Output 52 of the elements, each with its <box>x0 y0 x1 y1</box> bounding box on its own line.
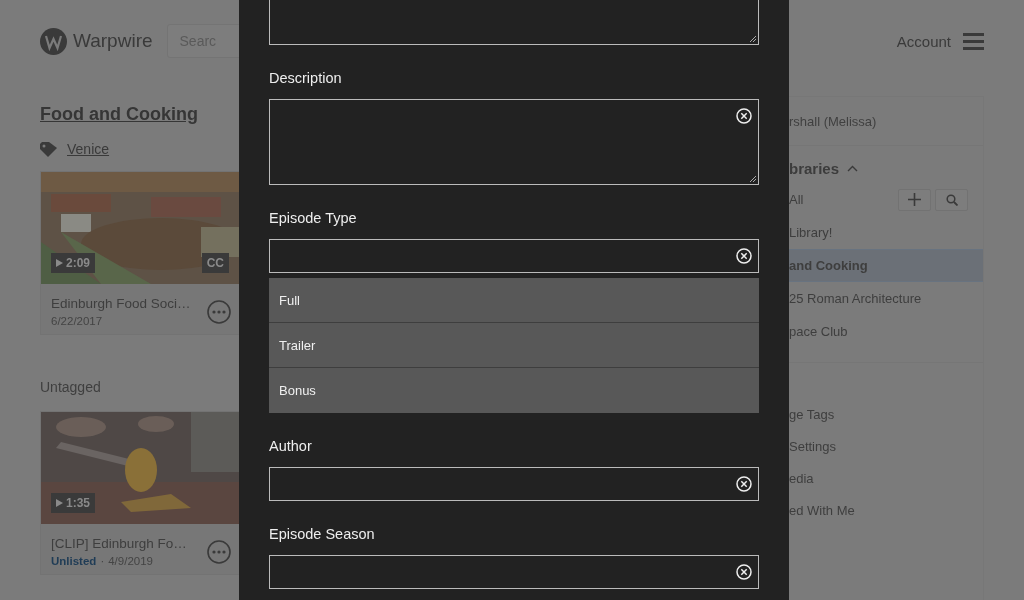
select-field[interactable] <box>269 239 759 273</box>
field-label: Episode Type <box>269 210 358 226</box>
field-label: Author <box>269 438 313 454</box>
more-icon[interactable] <box>207 539 231 564</box>
search-icon <box>945 193 958 206</box>
library-title[interactable]: Food and Cooking <box>40 104 240 125</box>
library-item[interactable]: Library! <box>789 216 983 249</box>
dropdown-option[interactable]: Bonus <box>269 368 759 413</box>
play-icon <box>56 499 63 507</box>
search-button[interactable] <box>935 188 968 211</box>
field-label: Episode Season <box>269 526 376 542</box>
libraries-heading[interactable]: braries <box>789 160 840 177</box>
sidebar-link[interactable]: ge Tags <box>789 407 983 439</box>
account-link[interactable]: Account <box>896 32 951 50</box>
dropdown-option[interactable]: Trailer <box>269 323 759 368</box>
more-icon[interactable] <box>207 299 231 324</box>
plus-icon <box>908 193 921 206</box>
sidebar-link[interactable]: ed With Me <box>789 503 983 535</box>
logo-icon <box>40 27 67 55</box>
resize-grip-icon[interactable] <box>749 35 757 43</box>
library-item[interactable]: pace Club <box>789 315 983 348</box>
clear-icon[interactable] <box>736 248 752 264</box>
clear-icon[interactable] <box>736 476 752 492</box>
field-label: Description <box>269 70 343 86</box>
text-area[interactable] <box>269 99 759 185</box>
input-field[interactable] <box>269 555 759 589</box>
logo-text[interactable]: Warpwire <box>73 30 153 52</box>
library-item[interactable]: All <box>789 183 983 216</box>
duration-badge: 1:35 <box>51 493 96 513</box>
sidebar-link[interactable]: edia <box>789 471 983 503</box>
separator: · <box>100 555 105 567</box>
sidebar-link[interactable]: Settings <box>789 439 983 471</box>
library-item[interactable]: and Cooking <box>789 249 983 282</box>
tag-icon <box>40 141 57 157</box>
library-item[interactable]: 25 Roman Architecture <box>789 282 983 315</box>
play-icon <box>56 259 63 267</box>
add-button[interactable] <box>898 188 931 211</box>
group-heading: Untagged <box>40 379 102 395</box>
resize-grip-icon[interactable] <box>749 175 757 183</box>
clear-icon[interactable] <box>736 564 752 580</box>
caret-icon[interactable] <box>847 165 859 172</box>
menu-icon[interactable] <box>963 32 984 50</box>
text-area[interactable] <box>269 0 759 45</box>
clear-icon[interactable] <box>736 108 752 124</box>
video-title[interactable]: Edinburgh Food Soci… <box>51 296 191 311</box>
captions-badge: CC <box>201 253 229 273</box>
visibility-status: Unlisted <box>51 555 97 567</box>
dropdown-option[interactable]: Full <box>269 278 759 323</box>
duration-badge: 2:09 <box>51 253 96 273</box>
tag-link[interactable]: Venice <box>67 141 110 157</box>
video-title[interactable]: [CLIP] Edinburgh Fo… <box>51 536 187 551</box>
input-field[interactable] <box>269 467 759 501</box>
